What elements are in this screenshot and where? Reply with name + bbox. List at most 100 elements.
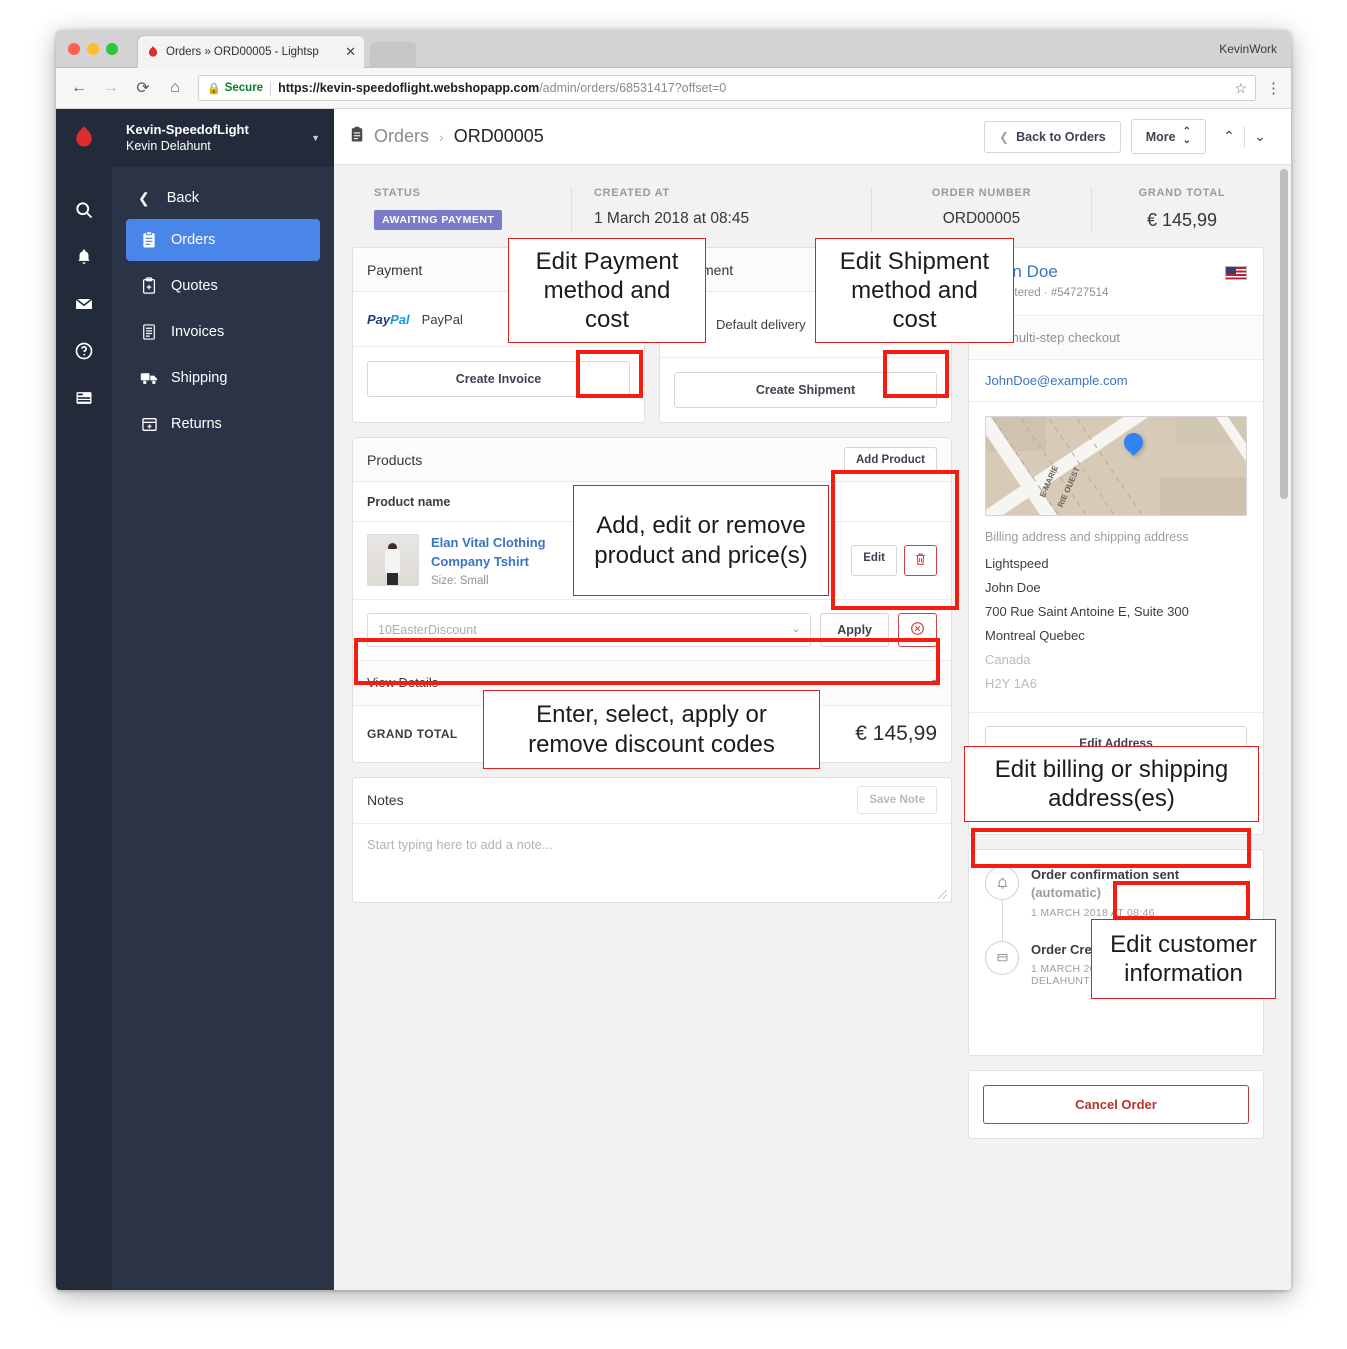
next-order-button[interactable]: ⌄ [1247, 122, 1273, 152]
remove-circle-icon[interactable] [898, 612, 937, 647]
main-navigation: Kevin-SpeedofLight Kevin Delahunt ▼ ❮ Ba… [112, 109, 334, 1290]
edit-product-button[interactable]: Edit [851, 544, 897, 576]
product-info: Elan Vital Clothing Company Tshirt Size:… [431, 534, 587, 587]
order-number-cell: ORDER NUMBER ORD00005 [872, 187, 1092, 231]
browser-tab-active[interactable]: Orders » ORD00005 - Lightsp ✕ [138, 36, 364, 68]
sidebar-item-label: Quotes [171, 278, 218, 294]
new-tab-button[interactable] [369, 42, 417, 68]
notes-card-title: Notes [367, 792, 404, 809]
close-window-button[interactable] [68, 43, 80, 55]
product-thumbnail[interactable] [367, 534, 419, 587]
apply-discount-button[interactable]: Apply [820, 612, 889, 647]
order-total-value: € 145,99 [855, 721, 937, 745]
url-domain: https://kevin-speedoflight.webshopapp.co… [278, 81, 540, 95]
browser-menu-icon[interactable]: ⋮ [1266, 79, 1281, 97]
sidebar-item-shipping[interactable]: Shipping [126, 357, 320, 399]
bell-circle-icon [985, 866, 1019, 901]
callout-edit-customer: Edit customer information [1091, 919, 1276, 999]
trash-icon[interactable] [904, 544, 937, 576]
shop-switcher[interactable]: Kevin-SpeedofLight Kevin Delahunt ▼ [112, 109, 334, 167]
bookmark-star-icon[interactable]: ☆ [1234, 80, 1247, 97]
maximize-window-button[interactable] [106, 43, 118, 55]
address-line: Lightspeed [985, 556, 1049, 571]
status-label: STATUS [374, 187, 421, 199]
sidebar-item-label: Orders [171, 232, 216, 248]
more-label: More [1145, 129, 1176, 144]
back-icon[interactable]: ← [66, 75, 92, 101]
sidebar-item-label: Returns [171, 416, 222, 432]
window-controls[interactable] [68, 43, 118, 55]
address-line: Canada [985, 652, 1031, 668]
order-summary-bar: STATUS AWAITING PAYMENT CREATED AT 1 Mar… [334, 165, 1291, 247]
view-details-label: View Details [367, 675, 439, 691]
more-button[interactable]: More ⌃ ⌄ [1130, 119, 1206, 154]
search-icon[interactable] [64, 190, 104, 230]
sidebar-back-button[interactable]: ❮ Back [112, 177, 334, 219]
updown-arrows-icon: ⌃ ⌄ [1182, 126, 1191, 146]
discount-code-value: 10EasterDiscount [378, 622, 477, 637]
back-to-orders-button[interactable]: ❮ Back to Orders [984, 120, 1121, 153]
status-cell: STATUS AWAITING PAYMENT [352, 187, 572, 231]
discount-code-select[interactable]: 10EasterDiscount ⌄ [367, 612, 812, 647]
address-map[interactable]: E-MARIE RIE OUEST [985, 416, 1247, 516]
vertical-scrollbar[interactable] [1280, 169, 1288, 499]
breadcrumb-parent[interactable]: Orders [374, 126, 429, 147]
store-icon[interactable] [64, 378, 104, 418]
created-at-cell: CREATED AT 1 March 2018 at 08:45 [572, 187, 872, 231]
add-product-button[interactable]: Add Product [844, 446, 937, 473]
orders-icon [350, 126, 364, 147]
save-note-button[interactable]: Save Note [857, 786, 937, 815]
sidebar-item-quotes[interactable]: Quotes [126, 265, 320, 307]
resize-handle[interactable] [938, 889, 947, 899]
browser-profile-label[interactable]: KevinWork [1219, 42, 1277, 56]
create-invoice-button[interactable]: Create Invoice [367, 361, 630, 397]
lock-icon: 🔒 [207, 82, 221, 95]
close-icon[interactable]: ✕ [345, 44, 356, 60]
browser-toolbar: ← → ⟳ ⌂ 🔒 Secure https://kevin-speedofli… [56, 68, 1291, 109]
chevron-down-icon[interactable]: ▼ [311, 133, 320, 143]
order-number-value: ORD00005 [942, 210, 1021, 227]
lightspeed-logo-icon[interactable] [71, 125, 97, 158]
notes-card: Notes Save Note Start typing here to add… [352, 776, 952, 903]
note-input[interactable]: Start typing here to add a note... [353, 824, 951, 902]
sidebar-item-invoices[interactable]: Invoices [126, 311, 320, 353]
shop-name: Kevin-SpeedofLight [126, 121, 249, 137]
column-product-name: Product name [367, 494, 451, 509]
reload-icon[interactable]: ⟳ [130, 75, 156, 101]
url-path: /admin/orders/68531417?offset=0 [539, 81, 727, 95]
lightspeed-favicon [148, 46, 158, 57]
create-shipment-button[interactable]: Create Shipment [674, 372, 937, 408]
notes-card-header: Notes Save Note [353, 778, 951, 824]
product-variant: Size: Small [431, 574, 489, 587]
address-line: John Doe [985, 580, 1041, 596]
user-name: Kevin Delahunt [126, 139, 211, 154]
chevron-left-icon: ❮ [999, 129, 1010, 144]
previous-order-button[interactable]: ⌃ [1216, 122, 1242, 152]
status-badge: AWAITING PAYMENT [374, 210, 503, 230]
address-bar[interactable]: 🔒 Secure https://kevin-speedoflight.webs… [198, 75, 1256, 101]
minimize-window-button[interactable] [87, 43, 99, 55]
grand-total-cell: GRAND TOTAL € 145,99 [1092, 187, 1272, 231]
address-block: E-MARIE RIE OUEST Billing address and sh… [969, 402, 1263, 714]
activity-time: 1 MARCH 2018 AT 08:46 [1031, 906, 1155, 919]
product-name-link[interactable]: Elan Vital Clothing Company Tshirt [431, 534, 587, 572]
mail-icon[interactable] [64, 284, 104, 324]
browser-window: Orders » ORD00005 - Lightsp ✕ KevinWork … [56, 30, 1291, 1290]
checkout-type-label: multi-step checkout [1008, 330, 1120, 345]
help-icon[interactable] [64, 331, 104, 371]
callout-edit-payment: Edit Payment method and cost [508, 238, 706, 343]
address-line: H2Y 1A6 [985, 676, 1037, 692]
home-icon[interactable]: ⌂ [162, 75, 188, 101]
return-box-icon [138, 416, 160, 433]
browser-tab-title: Orders » ORD00005 - Lightsp [166, 46, 319, 58]
order-pager: ⌃ ⌄ [1216, 122, 1273, 152]
customer-email-link[interactable]: JohnDoe@example.com [969, 360, 1263, 402]
page-title: ORD00005 [453, 126, 544, 146]
cancel-order-button[interactable]: Cancel Order [983, 1085, 1249, 1125]
sidebar-item-returns[interactable]: Returns [126, 403, 320, 445]
sidebar-item-label: Shipping [171, 370, 228, 386]
bell-icon[interactable] [64, 237, 104, 277]
grand-total-value: € 145,99 [1146, 210, 1218, 230]
sidebar-item-orders[interactable]: Orders [126, 219, 320, 261]
forward-icon[interactable]: → [98, 75, 124, 101]
